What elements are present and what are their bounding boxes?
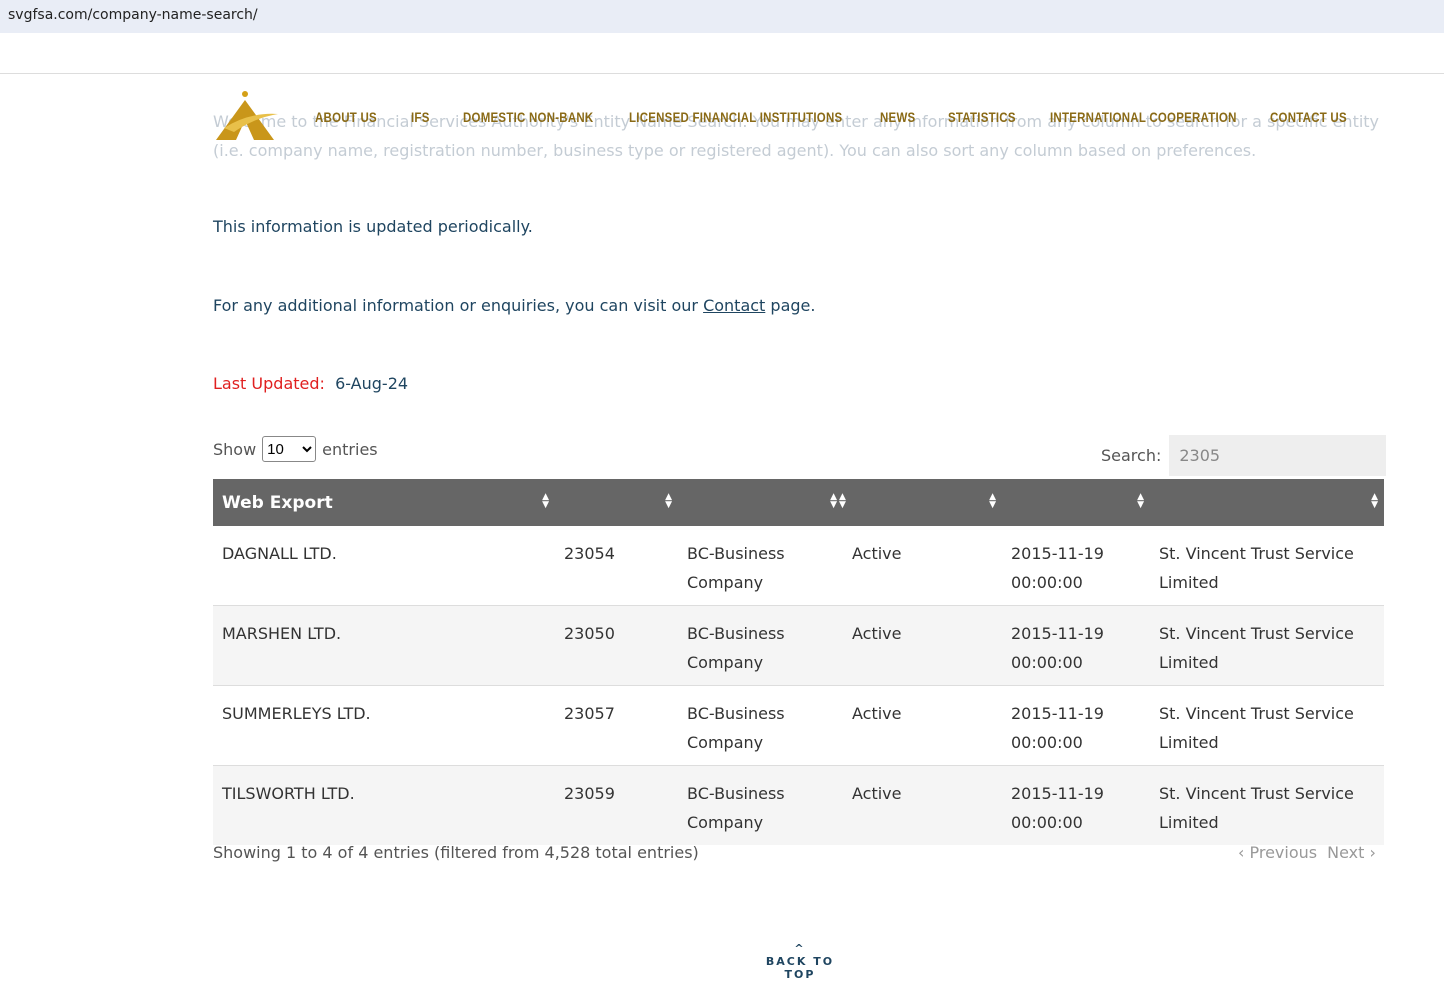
table-cell: BC-Business Company: [678, 526, 843, 606]
table-row: TILSWORTH LTD. 23059 BC-Business Company Ac…: [213, 765, 1384, 845]
logo[interactable]: [214, 90, 278, 142]
page-length: Show 10 entries: [213, 436, 378, 462]
nav-ifs[interactable]: IFS: [411, 109, 430, 125]
nav-domestic-non-bank[interactable]: DOMESTIC NON-BANK: [463, 109, 593, 125]
nav-statistics[interactable]: STATISTICS: [948, 109, 1016, 125]
table-cell: Active: [843, 526, 1002, 606]
back-to-top-label: BACK TO TOP: [765, 955, 835, 981]
table-cell: St. Vincent Trust Service Limited: [1150, 605, 1384, 686]
table-cell: St. Vincent Trust Service Limited: [1150, 765, 1384, 845]
nav-international-cooperation[interactable]: INTERNATIONAL COOPERATION: [1050, 109, 1237, 125]
sort-icon: ▲ ▼: [542, 492, 549, 510]
column-header-5[interactable]: ▲ ▼: [1002, 479, 1150, 526]
table-cell: Active: [843, 605, 1002, 686]
table-cell: 2015-11-19 00:00:00: [1002, 765, 1150, 845]
table-cell: 2015-11-19 00:00:00: [1002, 526, 1150, 606]
table-cell: TILSWORTH LTD.: [213, 765, 555, 845]
table-cell: 23050: [555, 605, 678, 686]
nav-news[interactable]: NEWS: [880, 109, 915, 125]
table-title: Web Export: [222, 492, 333, 513]
sort-icon: ▲ ▼: [665, 492, 672, 510]
sort-icon: ▲ ▼: [1137, 492, 1144, 510]
results-table: Web Export ▲ ▼ ▲ ▼ ▲ ▼ ▲ ▼ ▲ ▼ ▲ ▼ ▲ ▼ DAGNALL LT…: [213, 479, 1384, 845]
table-row: MARSHEN LTD. 23050 BC-Business Company Acti…: [213, 605, 1384, 686]
table-cell: Active: [843, 685, 1002, 766]
table-cell: 23059: [555, 765, 678, 845]
entries-label: entries: [322, 439, 378, 459]
table-cell: MARSHEN LTD.: [213, 605, 555, 686]
previous-label: Previous: [1249, 843, 1318, 862]
table-cell: St. Vincent Trust Service Limited: [1150, 685, 1384, 766]
entries-select[interactable]: 10: [262, 436, 317, 462]
nav-about-us[interactable]: ABOUT US: [315, 109, 377, 125]
previous-button[interactable]: ‹ Previous: [1238, 843, 1317, 862]
update-note: This information is updated periodically…: [213, 217, 533, 236]
sort-icon: ▲ ▼: [830, 492, 837, 510]
search: Search:: [1101, 435, 1387, 476]
table-cell: BC-Business Company: [678, 605, 843, 686]
last-updated-value: 6-Aug-24: [335, 374, 409, 393]
nav-contact-us[interactable]: CONTACT US: [1270, 109, 1347, 125]
contact-link[interactable]: Contact: [703, 296, 765, 315]
search-label: Search:: [1101, 446, 1162, 465]
back-to-top[interactable]: ^ BACK TO TOP: [760, 942, 840, 981]
sort-icon: ▲ ▼: [839, 492, 846, 510]
table-info: Showing 1 to 4 of 4 entries (filtered fr…: [213, 843, 699, 862]
table-row: SUMMERLEYS LTD. 23057 BC-Business Company A…: [213, 685, 1384, 766]
pagination: ‹ Previous Next ›: [1238, 843, 1376, 862]
sort-icon: ▲ ▼: [989, 492, 996, 510]
table-cell: Active: [843, 765, 1002, 845]
header-divider: [0, 73, 1444, 74]
column-header-6[interactable]: ▲ ▼: [1150, 479, 1384, 526]
column-header-name[interactable]: Web Export ▲ ▼: [213, 479, 555, 526]
column-header-2[interactable]: ▲ ▼: [555, 479, 678, 526]
table-cell: 23057: [555, 685, 678, 766]
column-header-4[interactable]: ▲ ▼ ▲ ▼: [839, 479, 1002, 526]
next-label: Next: [1327, 843, 1365, 862]
contact-post: page.: [765, 296, 816, 315]
table-cell: St. Vincent Trust Service Limited: [1150, 526, 1384, 606]
contact-text: For any additional information or enquir…: [213, 296, 815, 315]
table-cell: DAGNALL LTD.: [213, 526, 555, 606]
show-label: Show: [213, 439, 257, 459]
table-cell: 2015-11-19 00:00:00: [1002, 685, 1150, 766]
last-updated-label: Last Updated:: [213, 374, 325, 393]
table-cell: BC-Business Company: [678, 765, 843, 845]
table-cell: 23054: [555, 526, 678, 606]
table-cell: BC-Business Company: [678, 685, 843, 766]
column-header-3[interactable]: ▲ ▼: [678, 479, 843, 526]
table-cell: SUMMERLEYS LTD.: [213, 685, 555, 766]
chevron-up-icon: ^: [794, 942, 806, 955]
last-updated: Last Updated: 6-Aug-24: [213, 374, 408, 393]
address-bar[interactable]: svgfsa.com/company-name-search/: [0, 0, 1444, 33]
search-input[interactable]: [1169, 435, 1387, 476]
table-row: DAGNALL LTD. 23054 BC-Business Company Acti…: [213, 526, 1384, 606]
table-cell: 2015-11-19 00:00:00: [1002, 605, 1150, 686]
nav-licensed-financial-institutions[interactable]: LICENSED FINANCIAL INSTITUTIONS: [629, 109, 842, 125]
contact-pre: For any additional information or enquir…: [213, 296, 704, 315]
next-button[interactable]: Next ›: [1327, 843, 1376, 862]
sort-icon: ▲ ▼: [1371, 492, 1378, 510]
